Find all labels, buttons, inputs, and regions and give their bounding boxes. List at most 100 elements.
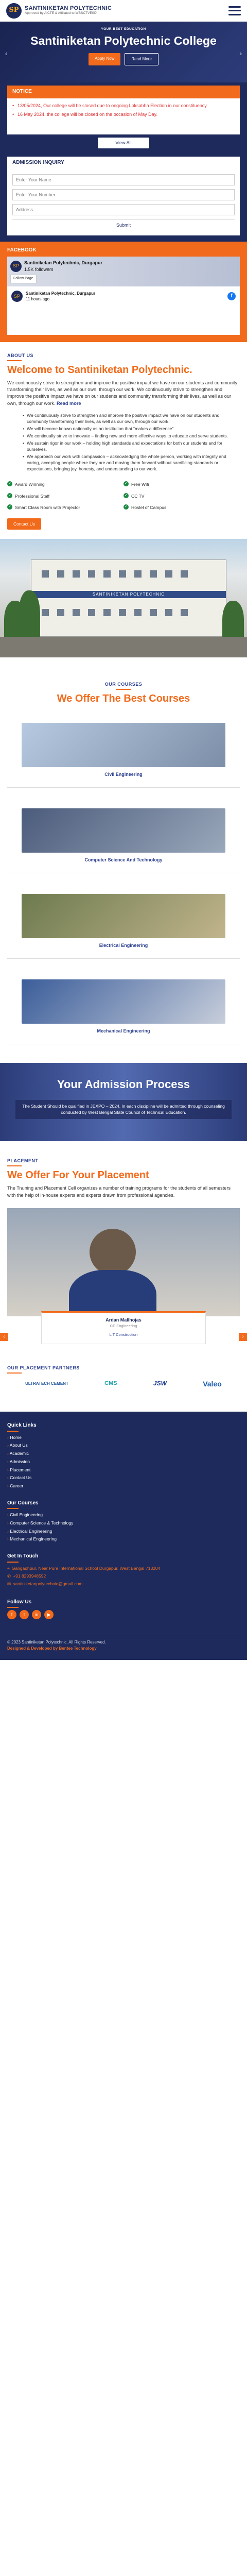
about-bullet: We continually strive to innovate – find… [23, 433, 240, 439]
facebook-widget[interactable]: SP Santiniketan Polytechnic, Durgapur 1.5… [7, 256, 240, 335]
read-more-button[interactable]: Read More [125, 53, 158, 65]
footer-phone[interactable]: ✆ +91 8293948592 [7, 1572, 240, 1580]
about-bullet: We approach our work with compassion – a… [23, 453, 240, 472]
course-card[interactable]: Computer Science And Technology [7, 808, 240, 874]
course-name[interactable]: Computer Science And Technology [7, 857, 240, 863]
fb-post-author[interactable]: Santiniketan Polytechnic, Durgapur [26, 291, 95, 296]
about-title: Welcome to Santiniketan Polytechnic. [7, 364, 192, 376]
phone-input[interactable] [12, 189, 235, 201]
contact-info: ⌖ Gangadhpur, Near Pure International Sch… [7, 1565, 240, 1588]
chevron-left-icon[interactable]: ‹ [3, 49, 9, 58]
submit-button[interactable]: Submit [12, 219, 235, 231]
facebook-icon[interactable]: f [7, 1610, 16, 1620]
feature-item: ✓ Award Winning [7, 481, 123, 487]
course-card[interactable]: Mechanical Engineering [7, 979, 240, 1045]
footer-link-home[interactable]: Home [7, 1434, 240, 1442]
fb-followers: 1.5K followers [24, 266, 54, 272]
site-header: SP SANTINIKETAN POLYTECHNIC Approved by … [0, 0, 247, 22]
arrow-right-icon[interactable]: › [239, 1332, 247, 1341]
notice-item[interactable]: 13/05/2024, Our college will be closed d… [12, 103, 235, 109]
contact-us-button[interactable]: Contact Us [7, 518, 42, 530]
about-read-more-link[interactable]: Read more [57, 401, 81, 406]
footer-course-link[interactable]: Civil Engineering [7, 1511, 240, 1519]
copyright-text: © 2023 Santiniketan Polytechnic. All Rig… [7, 1640, 106, 1645]
arrow-left-icon[interactable]: ‹ [0, 1332, 8, 1341]
chevron-right-icon[interactable]: › [238, 49, 244, 58]
courses-section-heading: OUR COURSES We Offer The Best Courses [0, 681, 247, 704]
placement-slider[interactable]: Ardan Mallhojas CE Engineering L T Const… [0, 1208, 247, 1358]
site-footer: Quick Links Home About Us Academic Admis… [0, 1412, 247, 1660]
footer-email[interactable]: ✉ santiniketanpolytechnic@gmail.com [7, 1580, 240, 1588]
course-card[interactable]: Electrical Engineering [7, 894, 240, 959]
notice-section: NOTICE 13/05/2024, Our college will be c… [0, 82, 247, 154]
view-all-button[interactable]: View All [98, 137, 149, 148]
student-company: L T Construction [109, 1332, 138, 1337]
placement-label: PLACEMENT [7, 1158, 240, 1167]
placement-title: We Offer For Your Placement [7, 1170, 149, 1181]
feature-item: ✓ Free Wifi [123, 481, 240, 487]
feature-list: ✓ Award Winning ✓ Free Wifi ✓ Professional … [7, 481, 240, 511]
footer-address: ⌖ Gangadhpur, Near Pure International Sch… [7, 1565, 161, 1571]
course-name[interactable]: Mechanical Engineering [7, 1028, 240, 1035]
facebook-icon: f [227, 292, 236, 301]
notice-heading: NOTICE [7, 86, 240, 98]
placement-text: The Training and Placement Cell organize… [7, 1185, 231, 1198]
student-photo [7, 1208, 240, 1316]
footer-link-placement[interactable]: Placement [7, 1466, 240, 1475]
about-label: ABOUT US [7, 352, 240, 361]
twitter-icon[interactable]: t [20, 1610, 29, 1620]
our-courses-heading: Our Courses [7, 1500, 240, 1510]
footer-link-career[interactable]: Career [7, 1482, 240, 1490]
notice-item[interactable]: 16 May 2024, the college will be closed … [12, 111, 235, 118]
hero-title: Santiniketan Polytechnic College [30, 34, 217, 48]
partner-logo-jsw: JSW [153, 1380, 167, 1387]
course-image [22, 808, 225, 853]
admission-process-text: The Student Should be qualified in JEXPO… [15, 1100, 232, 1119]
course-name[interactable]: Electrical Engineering [7, 942, 240, 949]
follow-page-button[interactable]: Follow Page [10, 275, 37, 283]
admission-process-banner: Your Admission Process The Student Shoul… [0, 1063, 247, 1142]
fb-page-name[interactable]: Santiniketan Polytechnic, Durgapur [24, 260, 102, 266]
footer-course-link[interactable]: Computer Science & Technology [7, 1519, 240, 1528]
about-paragraph: We continuously strive to strengthen and… [7, 380, 238, 406]
student-card: Ardan Mallhojas CE Engineering L T Const… [41, 1311, 206, 1344]
get-in-touch-heading: Get In Touch [7, 1553, 240, 1563]
course-name[interactable]: Civil Engineering [7, 771, 240, 778]
page-avatar: SP [10, 260, 22, 272]
post-avatar: SP [11, 291, 23, 302]
feature-item: ✓ Smart Class Room with Projector [7, 504, 123, 511]
name-input[interactable] [12, 174, 235, 186]
check-icon: ✓ [123, 493, 129, 498]
student-dept: CE Engineering [110, 1323, 137, 1328]
youtube-icon[interactable]: ▶ [44, 1610, 54, 1620]
courses-title: We Offer The Best Courses [57, 692, 190, 704]
map-pin-icon: ⌖ [7, 1565, 10, 1571]
check-icon: ✓ [123, 504, 129, 510]
footer-link-academic[interactable]: Academic [7, 1450, 240, 1458]
course-card[interactable]: Civil Engineering [7, 722, 240, 788]
footer-link-about[interactable]: About Us [7, 1442, 240, 1450]
placement-section: PLACEMENT We Offer For Your Placement Th… [0, 1158, 247, 1199]
placement-partners: OUR PLACEMENT PARTNERS ULTRATECH CEMENT … [0, 1364, 247, 1392]
admission-inquiry-heading: ADMISSION INQUIRY [7, 156, 240, 170]
notice-list: 13/05/2024, Our college will be closed d… [7, 98, 240, 134]
linkedin-icon[interactable]: in [32, 1610, 41, 1620]
facebook-section: FACEBOOK SP Santiniketan Polytechnic, Du… [0, 242, 247, 342]
apply-now-button[interactable]: Apply Now [89, 53, 121, 65]
footer-course-link[interactable]: Electrical Engineering [7, 1528, 240, 1536]
course-image [22, 722, 225, 767]
hamburger-menu-icon[interactable] [228, 6, 241, 15]
hero-banner: YOUR BEST EDUCATION Santiniketan Polytec… [0, 22, 247, 82]
course-image [22, 894, 225, 939]
address-input[interactable] [12, 204, 235, 216]
footer-course-link[interactable]: Mechanical Engineering [7, 1535, 240, 1544]
designer-credit[interactable]: Designed & Developed by Bentee Technolog… [7, 1646, 97, 1651]
admission-inquiry-section: ADMISSION INQUIRY Submit [0, 153, 247, 242]
footer-link-admission[interactable]: Admission [7, 1458, 240, 1466]
partner-logo-cms: CMS [104, 1380, 117, 1387]
student-name: Ardan Mallhojas [105, 1317, 142, 1323]
phone-icon: ✆ [7, 1573, 11, 1579]
footer-link-contact[interactable]: Contact Us [7, 1474, 240, 1482]
fb-post-time: 11 hours ago [26, 297, 50, 302]
site-logo[interactable]: SP SANTINIKETAN POLYTECHNIC Approved by … [6, 3, 112, 19]
